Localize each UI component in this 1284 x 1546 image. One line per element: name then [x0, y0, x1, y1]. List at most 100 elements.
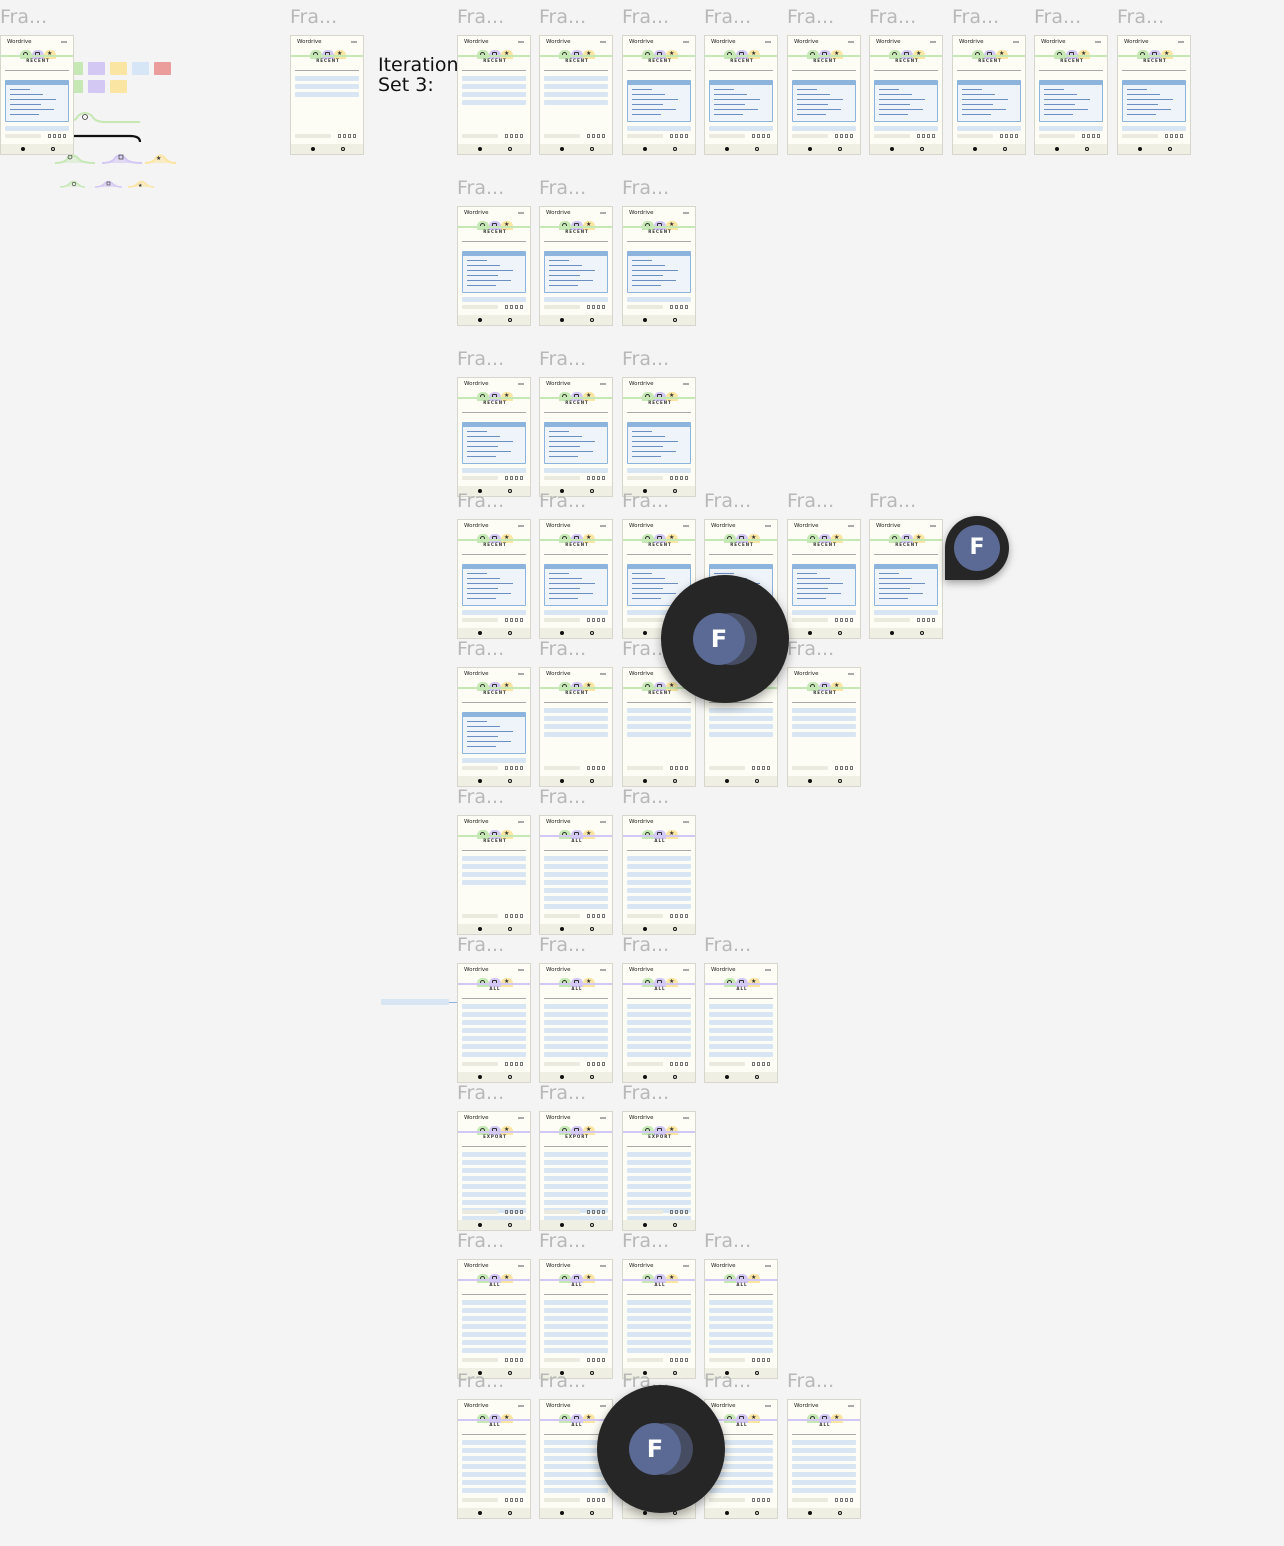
add-icon[interactable] [505, 618, 508, 622]
list-item[interactable] [544, 880, 608, 885]
list-item[interactable] [544, 76, 608, 81]
frame-label[interactable]: Fra... [787, 491, 834, 511]
list-item[interactable] [462, 1488, 526, 1493]
new-word-input[interactable] [462, 1210, 498, 1214]
list-item[interactable] [792, 1464, 856, 1469]
phone-frame[interactable]: Wordrive★RECENT [869, 519, 943, 639]
expanded-entry-panel[interactable] [544, 564, 608, 606]
frame-label[interactable]: Fra... [539, 1231, 586, 1251]
copy-icon[interactable] [510, 766, 513, 770]
search-input[interactable] [544, 550, 608, 555]
edit-icon[interactable] [762, 766, 765, 770]
new-word-input[interactable] [874, 134, 910, 138]
trash-icon[interactable] [767, 1498, 770, 1502]
menu-hint[interactable] [683, 383, 689, 385]
trash-icon[interactable] [602, 134, 605, 138]
frame-label[interactable]: Fra... [539, 935, 586, 955]
new-word-input[interactable] [462, 618, 498, 622]
menu-hint[interactable] [848, 525, 854, 527]
edit-icon[interactable] [1175, 134, 1178, 138]
home-icon[interactable] [808, 147, 812, 151]
new-word-input[interactable] [627, 766, 663, 770]
list-item[interactable] [627, 468, 691, 473]
profile-icon[interactable] [755, 1511, 759, 1515]
edit-icon[interactable] [680, 134, 683, 138]
edit-icon[interactable] [845, 766, 848, 770]
menu-hint[interactable] [518, 1265, 524, 1267]
new-word-input[interactable] [544, 1210, 580, 1214]
new-word-input[interactable] [627, 305, 663, 309]
search-input[interactable] [627, 550, 691, 555]
new-word-input[interactable] [462, 766, 498, 770]
frame-label[interactable]: Fra... [457, 787, 504, 807]
list-item[interactable] [462, 1028, 526, 1033]
trash-icon[interactable] [520, 134, 523, 138]
frame-label[interactable]: Fra... [457, 178, 504, 198]
list-item[interactable] [462, 1168, 526, 1173]
list-item[interactable] [544, 888, 608, 893]
home-icon[interactable] [478, 1223, 482, 1227]
expanded-entry-panel[interactable] [627, 422, 691, 464]
list-item[interactable] [709, 1316, 773, 1321]
new-word-input[interactable] [709, 134, 745, 138]
frame-label[interactable]: Fra... [290, 7, 337, 27]
list-item[interactable] [627, 1300, 691, 1305]
list-item[interactable] [709, 1052, 773, 1057]
list-item[interactable] [544, 610, 608, 615]
phone-frame[interactable]: Wordrive★ALL [539, 1259, 613, 1379]
frame-label[interactable]: Fra... [704, 1371, 751, 1391]
new-word-input[interactable] [5, 134, 41, 138]
phone-frame[interactable]: Wordrive★RECENT [457, 377, 531, 497]
list-item[interactable] [544, 1308, 608, 1313]
trash-icon[interactable] [850, 134, 853, 138]
new-word-input[interactable] [544, 914, 580, 918]
list-item[interactable] [544, 1340, 608, 1345]
menu-hint[interactable] [600, 1405, 606, 1407]
list-item[interactable] [462, 92, 526, 97]
add-icon[interactable] [587, 1358, 590, 1362]
home-icon[interactable] [478, 631, 482, 635]
expanded-entry-panel[interactable] [874, 564, 938, 606]
edit-icon[interactable] [515, 914, 518, 918]
search-input[interactable] [462, 1142, 526, 1147]
profile-icon[interactable] [673, 147, 677, 151]
phone-frame[interactable]: Wordrive★RECENT [952, 35, 1026, 155]
phone-frame[interactable]: Wordrive★RECENT [622, 377, 696, 497]
add-icon[interactable] [835, 618, 838, 622]
copy-icon[interactable] [1087, 134, 1090, 138]
add-icon[interactable] [670, 134, 673, 138]
add-icon[interactable] [587, 766, 590, 770]
search-input[interactable] [544, 237, 608, 242]
list-item[interactable] [462, 1012, 526, 1017]
phone-frame[interactable]: Wordrive★RECENT [869, 35, 943, 155]
menu-hint[interactable] [600, 525, 606, 527]
list-item[interactable] [295, 84, 359, 89]
list-item[interactable] [792, 732, 856, 737]
edit-icon[interactable] [597, 305, 600, 309]
home-icon[interactable] [725, 779, 729, 783]
phone-frame[interactable]: Wordrive★RECENT [539, 35, 613, 155]
new-word-input[interactable] [957, 134, 993, 138]
list-item[interactable] [627, 1184, 691, 1189]
search-input[interactable] [462, 550, 526, 555]
phone-frame[interactable]: Wordrive★RECENT [539, 206, 613, 326]
list-item[interactable] [462, 84, 526, 89]
phone-frame[interactable]: Wordrive★RECENT [622, 206, 696, 326]
add-icon[interactable] [587, 1498, 590, 1502]
list-item[interactable] [627, 1052, 691, 1057]
copy-icon[interactable] [510, 618, 513, 622]
list-item[interactable] [462, 872, 526, 877]
list-item[interactable] [462, 1448, 526, 1453]
frame-label[interactable]: Fra... [539, 7, 586, 27]
home-icon[interactable] [478, 1075, 482, 1079]
phone-frame[interactable]: Wordrive★RECENT [1034, 35, 1108, 155]
new-word-input[interactable] [792, 618, 828, 622]
new-word-input[interactable] [544, 1062, 580, 1066]
menu-hint[interactable] [518, 821, 524, 823]
copy-icon[interactable] [840, 134, 843, 138]
profile-icon[interactable] [508, 1371, 512, 1375]
list-item[interactable] [627, 724, 691, 729]
search-input[interactable] [709, 66, 773, 71]
menu-hint[interactable] [683, 969, 689, 971]
expanded-entry-panel[interactable] [627, 251, 691, 293]
